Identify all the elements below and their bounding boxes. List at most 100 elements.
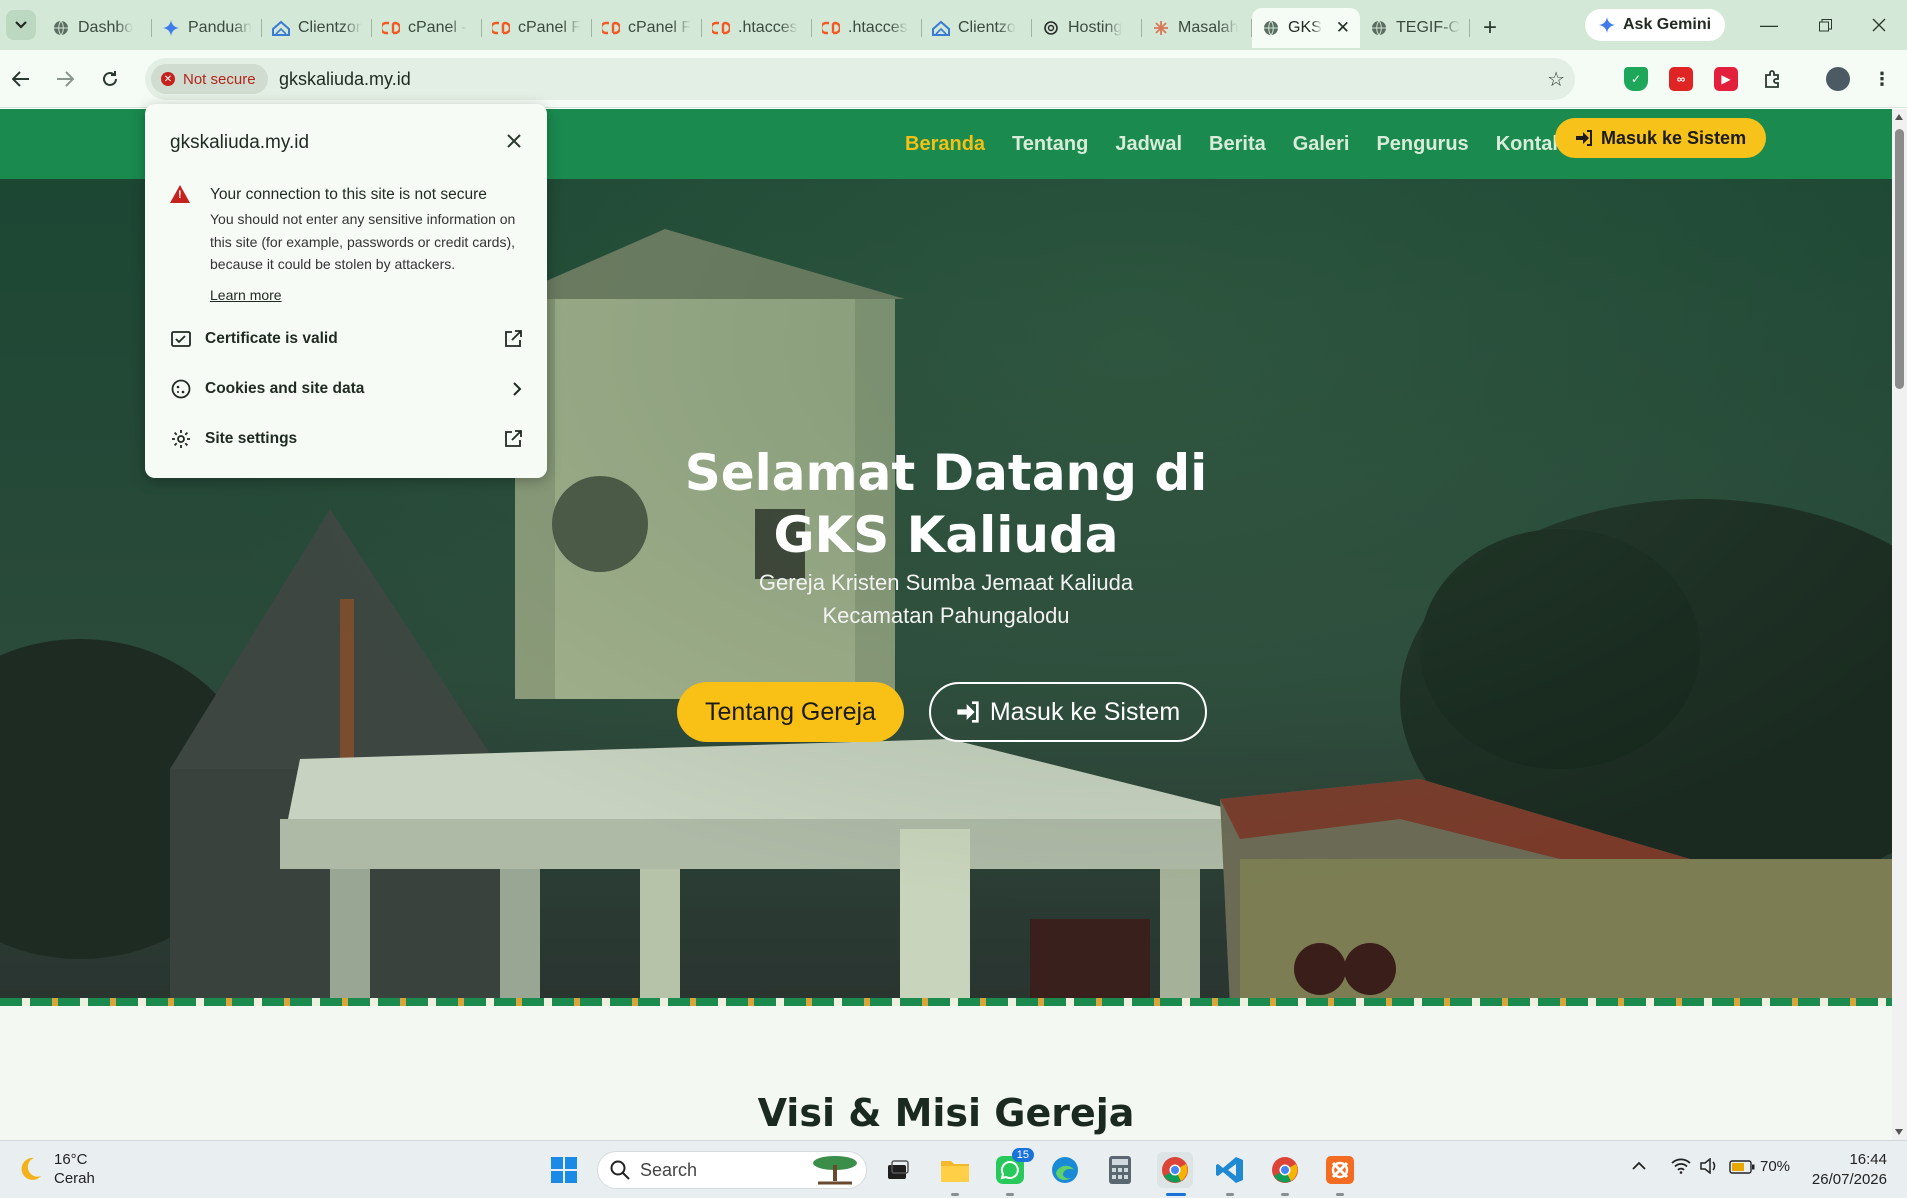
tab[interactable]: Clientzone bbox=[262, 8, 372, 48]
tab-search-button[interactable] bbox=[6, 10, 36, 40]
certificate-icon bbox=[170, 328, 192, 350]
battery-indicator[interactable]: 70% bbox=[1729, 1158, 1790, 1175]
whatsapp-icon[interactable]: 15 bbox=[992, 1148, 1034, 1188]
chrome-profile-icon[interactable] bbox=[1267, 1152, 1303, 1188]
media-extension-icon[interactable]: ▶ bbox=[1714, 67, 1738, 91]
shield-extension-icon[interactable]: ✓ bbox=[1624, 67, 1648, 91]
taskbar-search[interactable]: Search bbox=[597, 1151, 867, 1189]
certificate-label: Certificate is valid bbox=[205, 330, 338, 347]
address-bar[interactable]: ✕ Not secure gkskaliuda.my.id ☆ bbox=[145, 58, 1575, 100]
nav-link-tentang[interactable]: Tentang bbox=[1012, 133, 1088, 156]
vscode-icon[interactable] bbox=[1212, 1152, 1248, 1188]
tab[interactable]: Hosting bbox=[1032, 8, 1142, 48]
new-tab-button[interactable]: + bbox=[1470, 8, 1510, 48]
battery-icon bbox=[1729, 1159, 1755, 1174]
cookies-row[interactable]: Cookies and site data bbox=[170, 374, 522, 404]
learn-more-link[interactable]: Learn more bbox=[210, 287, 282, 303]
nav-link-pengurus[interactable]: Pengurus bbox=[1376, 133, 1468, 156]
forward-button[interactable] bbox=[49, 63, 81, 95]
nav-link-beranda[interactable]: Beranda bbox=[905, 133, 985, 156]
cpanel-icon bbox=[712, 19, 730, 37]
popup-close-button[interactable] bbox=[507, 128, 521, 154]
profile-avatar[interactable] bbox=[1826, 67, 1850, 91]
taskbar-clock[interactable]: 16:44 26/07/2026 bbox=[1805, 1150, 1887, 1190]
browser-toolbar: ✕ Not secure gkskaliuda.my.id ☆ ✓ ∞ ▶ ⋮ bbox=[0, 50, 1907, 108]
minimize-button[interactable]: — bbox=[1741, 0, 1797, 50]
menu-kebab-icon[interactable]: ⋮ bbox=[1870, 67, 1894, 91]
popup-hostname: gkskaliuda.my.id bbox=[170, 132, 310, 153]
ask-gemini-button[interactable]: Ask Gemini bbox=[1585, 9, 1726, 41]
weather-condition: Cerah bbox=[54, 1170, 95, 1187]
xampp-icon[interactable] bbox=[1322, 1152, 1358, 1188]
reload-button[interactable] bbox=[94, 63, 126, 95]
tray-overflow-chevron-icon[interactable] bbox=[1632, 1158, 1646, 1175]
tab-active[interactable]: GKS ✕ bbox=[1252, 8, 1360, 48]
openai-icon bbox=[1042, 19, 1060, 37]
tab-title: cPanel F bbox=[628, 19, 692, 36]
certificate-row[interactable]: Certificate is valid bbox=[170, 324, 522, 354]
scroll-up-icon[interactable] bbox=[1895, 114, 1903, 120]
external-link-icon bbox=[504, 430, 522, 448]
tab[interactable]: cPanel - bbox=[372, 8, 482, 48]
battery-percent: 70% bbox=[1760, 1158, 1791, 1175]
nav-link-galeri[interactable]: Galeri bbox=[1293, 133, 1350, 156]
back-button[interactable] bbox=[5, 63, 37, 95]
globe-icon bbox=[1262, 19, 1280, 37]
not-secure-chip[interactable]: ✕ Not secure bbox=[151, 64, 268, 94]
close-window-button[interactable] bbox=[1851, 0, 1907, 50]
file-explorer-icon[interactable] bbox=[937, 1152, 973, 1188]
weather-temp: 16°C bbox=[54, 1151, 88, 1168]
clientzone-icon bbox=[932, 19, 950, 37]
start-button[interactable] bbox=[546, 1152, 582, 1188]
warning-triangle-icon: ! bbox=[170, 185, 190, 203]
nav-link-kontak[interactable]: Kontak bbox=[1496, 133, 1564, 156]
vscode-running-indicator bbox=[1226, 1193, 1234, 1196]
task-view-icon[interactable] bbox=[880, 1152, 916, 1188]
chevron-right-icon bbox=[512, 382, 522, 396]
minimize-icon: — bbox=[1760, 14, 1778, 35]
external-link-icon bbox=[504, 330, 522, 348]
chrome-active-indicator bbox=[1166, 1193, 1186, 1196]
tab[interactable]: .htacces bbox=[702, 8, 812, 48]
about-church-button[interactable]: Tentang Gereja bbox=[677, 682, 904, 742]
bookmark-star-icon[interactable]: ☆ bbox=[1547, 67, 1565, 92]
scrollbar-thumb[interactable] bbox=[1895, 129, 1904, 389]
site-settings-row[interactable]: Site settings bbox=[170, 424, 522, 454]
restore-button[interactable] bbox=[1797, 0, 1853, 50]
tab[interactable]: cPanel F bbox=[592, 8, 702, 48]
chrome-active-icon[interactable] bbox=[1157, 1152, 1193, 1188]
calculator-icon[interactable] bbox=[1102, 1152, 1138, 1188]
edge-browser-icon[interactable] bbox=[1047, 1152, 1083, 1188]
cpanel-icon bbox=[492, 19, 510, 37]
tab-title: .htacces bbox=[738, 19, 798, 36]
vision-mission-section: Visi & Misi Gereja bbox=[0, 1006, 1892, 1140]
volume-icon[interactable] bbox=[1700, 1157, 1718, 1178]
tab[interactable]: Clientzo bbox=[922, 8, 1032, 48]
tab[interactable]: .htacces bbox=[812, 8, 922, 48]
cpanel-icon bbox=[822, 19, 840, 37]
weather-widget[interactable]: 16°C Cerah bbox=[16, 1150, 95, 1188]
clientzone-icon bbox=[272, 19, 290, 37]
nav-login-button[interactable]: Masuk ke Sistem bbox=[1555, 118, 1767, 158]
url-text[interactable]: gkskaliuda.my.id bbox=[279, 69, 411, 90]
tab-list: Dashbo Panduan Clientzone cPanel - cPanel F c… bbox=[42, 8, 1510, 48]
page-scrollbar[interactable] bbox=[1892, 109, 1907, 1140]
extensions-puzzle-icon[interactable] bbox=[1760, 67, 1784, 91]
tab[interactable]: Dashbo bbox=[42, 8, 152, 48]
tab[interactable]: Panduan bbox=[152, 8, 262, 48]
tab[interactable]: cPanel F bbox=[482, 8, 592, 48]
login-icon bbox=[957, 701, 979, 723]
tab[interactable]: Masalah bbox=[1142, 8, 1252, 48]
moon-icon bbox=[21, 1157, 41, 1180]
tab[interactable]: TEGIF-C bbox=[1360, 8, 1470, 48]
wifi-icon[interactable] bbox=[1671, 1158, 1691, 1178]
hero-login-button[interactable]: Masuk ke Sistem bbox=[929, 682, 1207, 742]
nav-link-berita[interactable]: Berita bbox=[1209, 133, 1266, 156]
nav-link-jadwal[interactable]: Jadwal bbox=[1115, 133, 1182, 156]
search-icon bbox=[610, 1160, 630, 1180]
infinity-extension-icon[interactable]: ∞ bbox=[1669, 67, 1693, 91]
tab-close-icon[interactable]: ✕ bbox=[1336, 18, 1350, 38]
close-icon bbox=[507, 134, 521, 148]
globe-icon bbox=[1370, 19, 1388, 37]
scroll-down-icon[interactable] bbox=[1895, 1129, 1903, 1135]
